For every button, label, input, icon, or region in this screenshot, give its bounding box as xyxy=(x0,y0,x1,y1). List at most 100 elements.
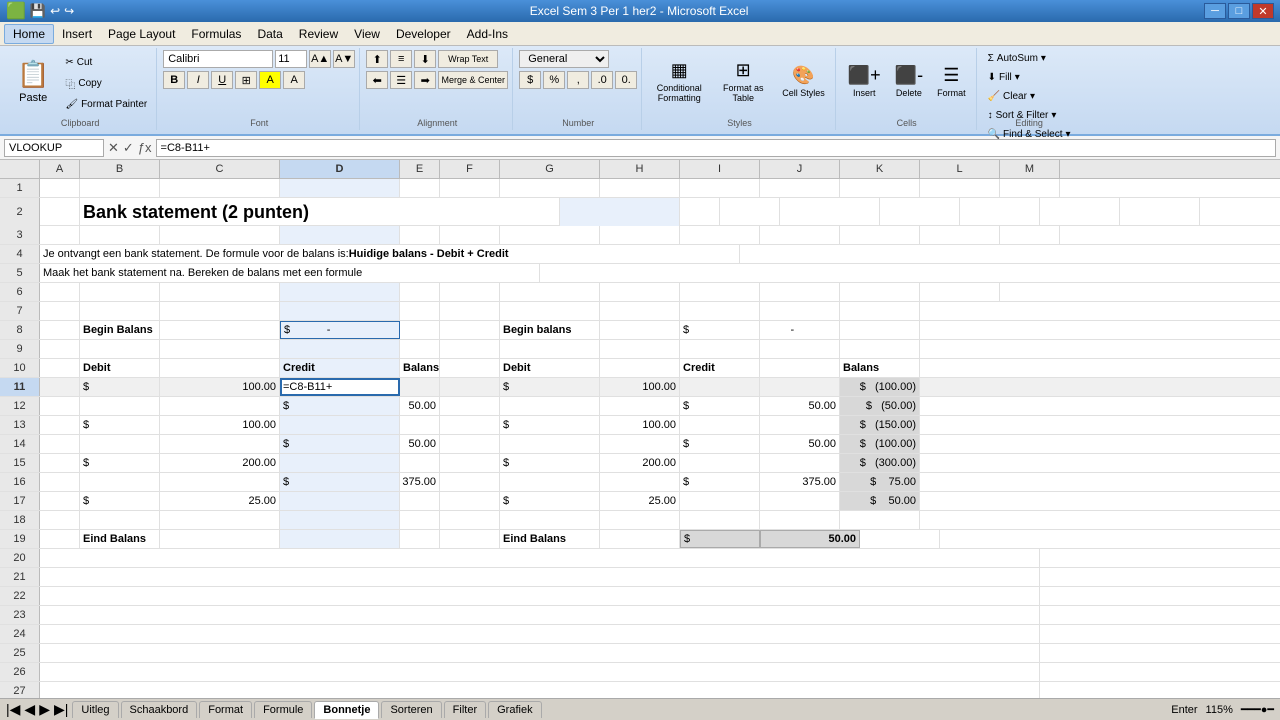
cell-e13[interactable] xyxy=(400,416,440,434)
cancel-formula-icon[interactable]: ✕ xyxy=(108,140,119,156)
formula-input[interactable] xyxy=(156,139,1276,157)
cell-22[interactable] xyxy=(40,587,1040,605)
sheet-tab-format[interactable]: Format xyxy=(199,701,252,718)
cell-f15[interactable] xyxy=(440,454,500,472)
cell-d8[interactable]: $ - xyxy=(280,321,400,339)
cell-e19[interactable] xyxy=(400,530,440,548)
cell-e7[interactable] xyxy=(400,302,440,320)
undo-icon[interactable]: ↩ xyxy=(50,4,60,18)
cell-h19[interactable] xyxy=(600,530,680,548)
cell-j15[interactable] xyxy=(760,454,840,472)
menu-view[interactable]: View xyxy=(346,25,388,43)
cell-a2[interactable] xyxy=(40,198,80,226)
cell-d1[interactable] xyxy=(280,179,400,197)
cell-b19[interactable]: Eind Balans xyxy=(80,530,160,548)
cell-c16[interactable] xyxy=(160,473,280,491)
col-header-e[interactable]: E xyxy=(400,160,440,178)
cell-c18[interactable] xyxy=(160,511,280,529)
cell-d2[interactable] xyxy=(560,198,680,226)
row-num-16[interactable]: 16 xyxy=(0,473,40,491)
conditional-formatting-button[interactable]: ▦ Conditional Formatting xyxy=(648,50,710,112)
cell-i8[interactable]: $ xyxy=(680,321,760,339)
insert-function-icon[interactable]: ƒx xyxy=(138,140,152,155)
cell-a7[interactable] xyxy=(40,302,80,320)
cell-b10[interactable]: Debit xyxy=(80,359,160,377)
percent-button[interactable]: % xyxy=(543,71,565,89)
save-icon[interactable]: 💾 xyxy=(30,3,46,19)
cell-a1[interactable] xyxy=(40,179,80,197)
cell-f19[interactable] xyxy=(440,530,500,548)
cell-a8[interactable] xyxy=(40,321,80,339)
col-header-f[interactable]: F xyxy=(440,160,500,178)
cell-f3[interactable] xyxy=(440,226,500,244)
cell-k10[interactable]: Balans xyxy=(840,359,920,377)
cell-25[interactable] xyxy=(40,644,1040,662)
cell-d15[interactable] xyxy=(280,454,400,472)
menu-developer[interactable]: Developer xyxy=(388,25,459,43)
cell-l3[interactable] xyxy=(920,226,1000,244)
cell-j19[interactable]: 50.00 xyxy=(760,530,860,548)
cell-d16[interactable]: $ xyxy=(280,473,400,491)
sheet-tab-formule[interactable]: Formule xyxy=(254,701,312,718)
cell-g13[interactable]: $ xyxy=(500,416,600,434)
cell-i3[interactable] xyxy=(680,226,760,244)
cell-b14[interactable] xyxy=(80,435,160,453)
row-num-5[interactable]: 5 xyxy=(0,264,40,282)
row-num-3[interactable]: 3 xyxy=(0,226,40,244)
cell-g3[interactable] xyxy=(500,226,600,244)
cell-f17[interactable] xyxy=(440,492,500,510)
cell-b6[interactable] xyxy=(80,283,160,301)
increase-font-button[interactable]: A▲ xyxy=(309,50,331,68)
minimize-button[interactable]: ─ xyxy=(1204,3,1226,19)
cell-j9[interactable] xyxy=(760,340,840,358)
cell-c7[interactable] xyxy=(160,302,280,320)
cell-b13[interactable]: $ xyxy=(80,416,160,434)
cell-h18[interactable] xyxy=(600,511,680,529)
cell-i12[interactable]: $ xyxy=(680,397,760,415)
cell-c9[interactable] xyxy=(160,340,280,358)
cell-i1[interactable] xyxy=(680,179,760,197)
row-num-26[interactable]: 26 xyxy=(0,663,40,681)
cell-d17[interactable] xyxy=(280,492,400,510)
cell-26[interactable] xyxy=(40,663,1040,681)
format-painter-button[interactable]: 🖌 Format Painter xyxy=(60,96,152,113)
cell-f1[interactable] xyxy=(440,179,500,197)
cell-b9[interactable] xyxy=(80,340,160,358)
cell-i9[interactable] xyxy=(680,340,760,358)
cell-h14[interactable] xyxy=(600,435,680,453)
cell-c10[interactable] xyxy=(160,359,280,377)
row-num-15[interactable]: 15 xyxy=(0,454,40,472)
cell-b12[interactable] xyxy=(80,397,160,415)
cell-g11[interactable]: $ xyxy=(500,378,600,396)
cell-h3[interactable] xyxy=(600,226,680,244)
col-header-c[interactable]: C xyxy=(160,160,280,178)
cell-a11[interactable] xyxy=(40,378,80,396)
cell-m3[interactable] xyxy=(1000,226,1060,244)
cell-i10[interactable]: Credit xyxy=(680,359,760,377)
row-num-7[interactable]: 7 xyxy=(0,302,40,320)
comma-button[interactable]: , xyxy=(567,71,589,89)
cell-b11[interactable]: $ xyxy=(80,378,160,396)
cell-f8[interactable] xyxy=(440,321,500,339)
cell-e11[interactable] xyxy=(400,378,440,396)
row-num-6[interactable]: 6 xyxy=(0,283,40,301)
cell-d7[interactable] xyxy=(280,302,400,320)
cell-f10[interactable] xyxy=(440,359,500,377)
sheet-tab-schaakbord[interactable]: Schaakbord xyxy=(121,701,198,718)
cell-k7[interactable] xyxy=(840,302,920,320)
cell-h2[interactable] xyxy=(880,198,960,226)
row-num-23[interactable]: 23 xyxy=(0,606,40,624)
col-header-a[interactable]: A xyxy=(40,160,80,178)
menu-insert[interactable]: Insert xyxy=(54,25,100,43)
cell-g14[interactable] xyxy=(500,435,600,453)
cell-d12[interactable]: $ xyxy=(280,397,400,415)
sheet-nav-prev[interactable]: ◀ xyxy=(24,701,35,718)
italic-button[interactable]: I xyxy=(187,71,209,89)
cell-h13[interactable]: 100.00 xyxy=(600,416,680,434)
maximize-button[interactable]: □ xyxy=(1228,3,1250,19)
cell-f9[interactable] xyxy=(440,340,500,358)
sheet-nav-next[interactable]: ▶ xyxy=(39,701,50,718)
cell-f7[interactable] xyxy=(440,302,500,320)
cell-k18[interactable] xyxy=(840,511,920,529)
sheet-tab-sorteren[interactable]: Sorteren xyxy=(381,701,441,718)
